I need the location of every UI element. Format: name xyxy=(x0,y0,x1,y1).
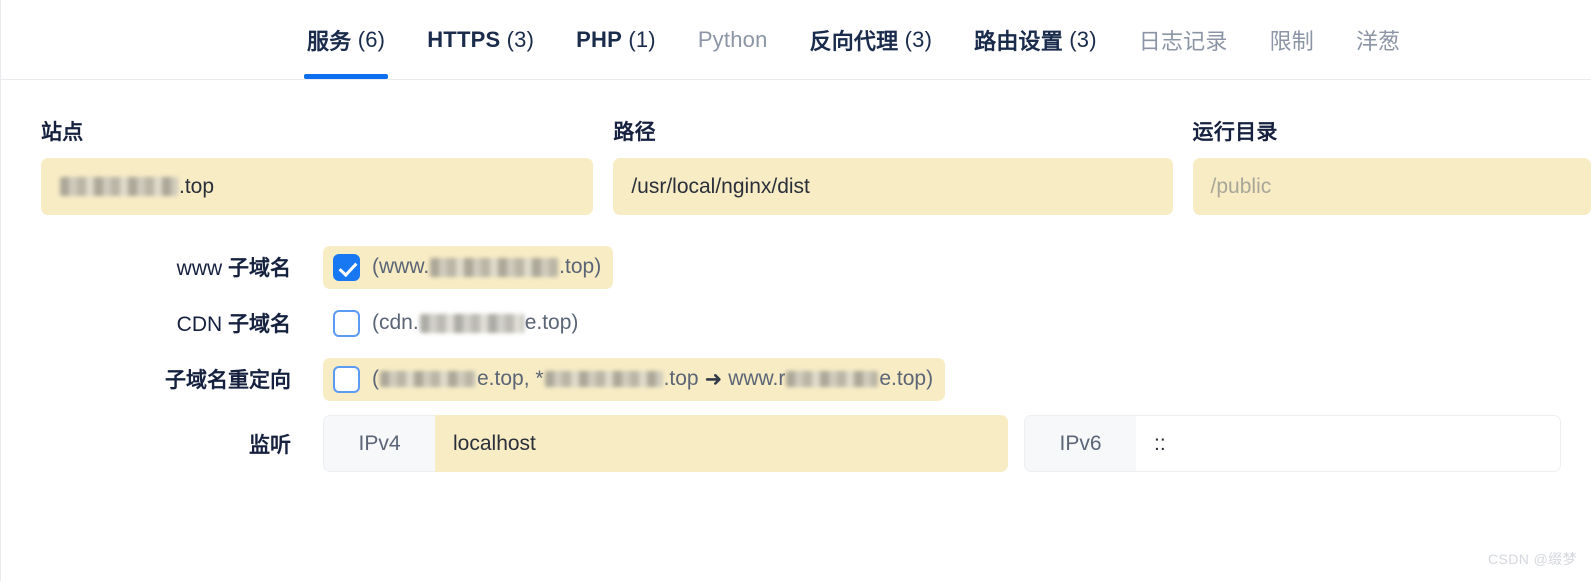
subdomain-redirect-label: 子域名重定向 xyxy=(165,369,291,392)
row-subdomain-redirect: 子域名重定向 (e.top, * .top ➜ www.r e.top) xyxy=(1,351,1591,407)
tab-python[interactable]: Python xyxy=(677,0,789,79)
www-subdomain-checkbox[interactable] xyxy=(333,253,360,281)
redacted-redirect-domain1-blur xyxy=(380,371,476,387)
rundir-input[interactable]: /public xyxy=(1192,158,1591,215)
redirect-arrow-icon: ➜ xyxy=(704,367,723,391)
subdomain-redirect-text: (e.top, * .top ➜ www.r e.top) xyxy=(372,367,934,391)
cdn-subdomain-label: CDN 子域名 xyxy=(176,313,291,336)
cdn-subdomain-text: (cdn. e.top) xyxy=(372,311,579,334)
subdomain-rows: www 子域名 (www..top) CDN 子域名 (cdn.e.top) xyxy=(1,239,1591,472)
site-settings-panel: 服务 (6) HTTPS (3) PHP (1) Python 反向代理 (3)… xyxy=(0,0,1591,581)
tab-reverse-proxy-label: 反向代理 xyxy=(809,28,899,54)
csdn-watermark: CSDN @缀梦 xyxy=(1488,551,1577,567)
top-fields-row: 站点 .top 路径 /usr/local/nginx/dist 运行目录 /p… xyxy=(1,80,1591,215)
tab-logs[interactable]: 日志记录 xyxy=(1118,0,1249,79)
ipv4-group: IPv4 localhost xyxy=(323,415,1008,472)
tab-routing-count: (3) xyxy=(1069,26,1097,52)
tab-routing-label: 路由设置 xyxy=(974,28,1063,54)
tab-bar: 服务 (6) HTTPS (3) PHP (1) Python 反向代理 (3)… xyxy=(1,0,1591,80)
redacted-domain-blur xyxy=(60,177,178,196)
tab-onion-label: 洋葱 xyxy=(1355,28,1401,54)
tab-php[interactable]: PHP (1) xyxy=(555,0,677,79)
path-input[interactable]: /usr/local/nginx/dist xyxy=(613,158,1173,215)
tab-routing[interactable]: 路由设置 (3) xyxy=(953,0,1118,79)
tab-services-label: 服务 xyxy=(307,28,352,54)
subdomain-redirect-checkbox[interactable] xyxy=(333,365,360,393)
site-input-suffix: .top xyxy=(179,174,215,198)
cdn-subdomain-checkbox[interactable] xyxy=(333,309,360,337)
tab-reverse-proxy-count: (3) xyxy=(904,26,933,52)
row-www-subdomain: www 子域名 (www. .top) xyxy=(1,239,1591,295)
www-subdomain-control[interactable]: (www. .top) xyxy=(323,245,614,289)
www-subdomain-text: (www. .top) xyxy=(372,255,602,278)
tab-limits-label: 限制 xyxy=(1269,28,1314,54)
ipv6-group: IPv6 :: xyxy=(1024,415,1561,472)
tab-https[interactable]: HTTPS (3) xyxy=(406,0,555,79)
rundir-field-label: 运行目录 xyxy=(1192,121,1278,144)
tab-reverse-proxy[interactable]: 反向代理 (3) xyxy=(789,0,954,79)
redacted-www-domain-blur xyxy=(430,257,559,277)
settings-body: 站点 .top 路径 /usr/local/nginx/dist 运行目录 /p… xyxy=(1,80,1591,472)
row-cdn-subdomain: CDN 子域名 (cdn. e.top) xyxy=(1,295,1591,351)
listen-controls: IPv4 localhost IPv6 :: xyxy=(323,415,1561,472)
www-subdomain-label: www 子域名 xyxy=(176,257,291,280)
ipv6-input[interactable]: :: xyxy=(1136,415,1561,472)
path-field-group: 路径 /usr/local/nginx/dist xyxy=(613,116,1173,215)
ipv4-input[interactable]: localhost xyxy=(435,415,1008,472)
tab-services-count: (6) xyxy=(357,26,386,52)
redacted-redirect-domain2-blur xyxy=(544,371,663,387)
tab-php-label: PHP xyxy=(576,26,622,52)
tab-python-label: Python xyxy=(697,26,768,52)
tab-limits[interactable]: 限制 xyxy=(1249,0,1335,79)
tab-services[interactable]: 服务 (6) xyxy=(286,0,406,79)
redacted-redirect-domain3-blur xyxy=(786,371,879,387)
tab-onion[interactable]: 洋葱 xyxy=(1335,0,1421,79)
tab-https-count: (3) xyxy=(506,26,535,52)
subdomain-redirect-control[interactable]: (e.top, * .top ➜ www.r e.top) xyxy=(323,357,946,401)
listen-label: 监听 xyxy=(249,433,291,457)
cdn-subdomain-control[interactable]: (cdn. e.top) xyxy=(323,302,590,345)
row-listen: 监听 IPv4 localhost IPv6 :: xyxy=(1,415,1591,472)
tab-https-label: HTTPS xyxy=(427,26,501,52)
redacted-cdn-domain-blur xyxy=(419,313,524,333)
rundir-field-group: 运行目录 /public xyxy=(1192,116,1591,215)
path-field-label: 路径 xyxy=(613,121,656,144)
site-field-group: 站点 .top xyxy=(41,116,594,215)
tab-logs-label: 日志记录 xyxy=(1138,28,1228,54)
ipv6-addon-label: IPv6 xyxy=(1024,415,1136,472)
ipv4-addon-label: IPv4 xyxy=(323,415,435,472)
tab-php-count: (1) xyxy=(628,26,656,52)
site-field-label: 站点 xyxy=(41,121,84,144)
site-input[interactable]: .top xyxy=(41,158,594,215)
